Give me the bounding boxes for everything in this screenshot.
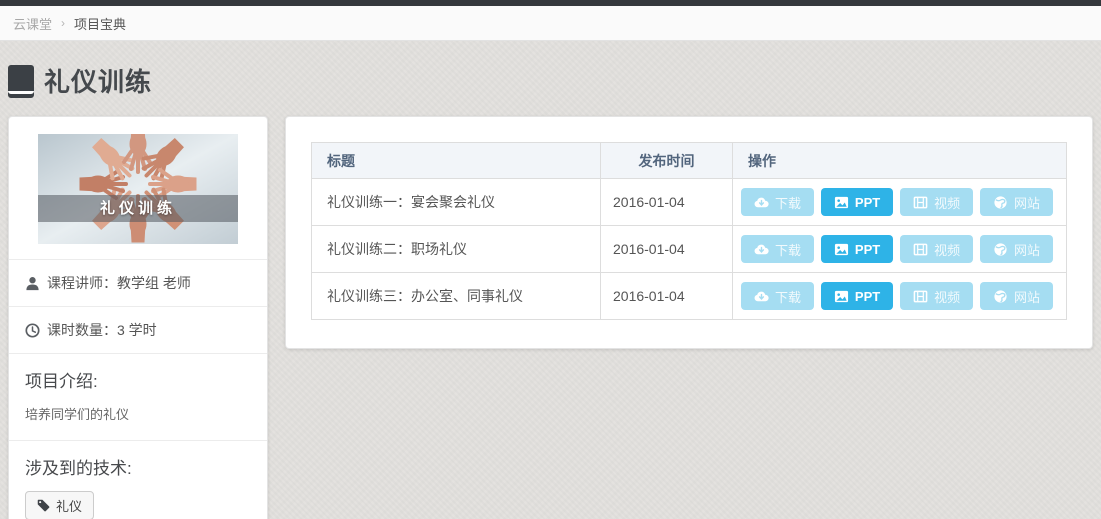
cloud-download-icon bbox=[754, 242, 769, 257]
table-header-row: 标题 发布时间 操作 bbox=[312, 143, 1067, 179]
video-button[interactable]: 视频 bbox=[900, 188, 973, 216]
hours-row: 课时数量：3 学时 bbox=[9, 306, 267, 353]
instructor-row: 课程讲师：教学组 老师 bbox=[9, 259, 267, 306]
intro-section: 项目介绍: 培养同学们的礼仪 bbox=[9, 353, 267, 440]
page-title: 礼仪训练 bbox=[44, 62, 152, 99]
content-layout: 礼仪训练 课程讲师：教学组 老师 课时数量：3 学时 项目介绍: 培养同学们的礼… bbox=[0, 103, 1101, 519]
book-icon bbox=[8, 64, 35, 98]
image-icon bbox=[834, 289, 849, 304]
website-button[interactable]: 网站 bbox=[980, 188, 1053, 216]
tech-tag-label: 礼仪 bbox=[56, 496, 82, 515]
website-label: 网站 bbox=[1014, 240, 1040, 259]
film-icon bbox=[913, 289, 928, 304]
hands-illustration bbox=[38, 134, 238, 244]
row-actions: 下载 PPT 视频 网站 bbox=[733, 179, 1067, 226]
video-button[interactable]: 视频 bbox=[900, 235, 973, 263]
video-button[interactable]: 视频 bbox=[900, 282, 973, 310]
globe-icon bbox=[993, 242, 1008, 257]
course-image-caption: 礼仪训练 bbox=[38, 195, 238, 222]
ppt-label: PPT bbox=[855, 195, 880, 210]
website-button[interactable]: 网站 bbox=[980, 282, 1053, 310]
lesson-title: 礼仪训练一：宴会聚会礼仪 bbox=[312, 179, 601, 226]
breadcrumb-home-link[interactable]: 云课堂 bbox=[13, 14, 52, 33]
header-title: 标题 bbox=[312, 143, 601, 179]
video-label: 视频 bbox=[934, 240, 960, 259]
breadcrumb-separator: › bbox=[61, 16, 65, 30]
breadcrumb-current: 项目宝典 bbox=[74, 14, 126, 33]
header-actions: 操作 bbox=[733, 143, 1067, 179]
publish-date: 2016-01-04 bbox=[601, 226, 733, 273]
table-body: 礼仪训练一：宴会聚会礼仪 2016-01-04 下载 PPT bbox=[312, 179, 1067, 320]
user-icon bbox=[25, 276, 40, 291]
film-icon bbox=[913, 242, 928, 257]
cloud-download-icon bbox=[754, 289, 769, 304]
page-header: 礼仪训练 bbox=[0, 41, 1101, 103]
ppt-button[interactable]: PPT bbox=[821, 282, 893, 310]
publish-date: 2016-01-04 bbox=[601, 179, 733, 226]
tech-tag-button[interactable]: 礼仪 bbox=[25, 491, 94, 519]
lesson-title: 礼仪训练二：职场礼仪 bbox=[312, 226, 601, 273]
instructor-label: 课程讲师：教学组 老师 bbox=[47, 273, 191, 293]
download-button[interactable]: 下载 bbox=[741, 282, 814, 310]
globe-icon bbox=[993, 289, 1008, 304]
hours-label: 课时数量：3 学时 bbox=[47, 320, 157, 340]
course-image-wrap: 礼仪训练 bbox=[9, 117, 267, 259]
ppt-button[interactable]: PPT bbox=[821, 235, 893, 263]
intro-title: 项目介绍: bbox=[25, 367, 251, 392]
cloud-download-icon bbox=[754, 195, 769, 210]
download-label: 下载 bbox=[775, 240, 801, 259]
globe-icon bbox=[993, 195, 1008, 210]
table-row: 礼仪训练二：职场礼仪 2016-01-04 下载 PPT bbox=[312, 226, 1067, 273]
publish-date: 2016-01-04 bbox=[601, 273, 733, 320]
table-row: 礼仪训练一：宴会聚会礼仪 2016-01-04 下载 PPT bbox=[312, 179, 1067, 226]
header-date: 发布时间 bbox=[601, 143, 733, 179]
video-label: 视频 bbox=[934, 287, 960, 306]
course-info-card: 礼仪训练 课程讲师：教学组 老师 课时数量：3 学时 项目介绍: 培养同学们的礼… bbox=[8, 116, 268, 519]
intro-body: 培养同学们的礼仪 bbox=[25, 404, 251, 423]
website-label: 网站 bbox=[1014, 193, 1040, 212]
table-row: 礼仪训练三：办公室、同事礼仪 2016-01-04 下载 PPT bbox=[312, 273, 1067, 320]
tech-title: 涉及到的技术: bbox=[25, 454, 251, 479]
breadcrumb: 云课堂 › 项目宝典 bbox=[0, 6, 1101, 41]
lesson-title: 礼仪训练三：办公室、同事礼仪 bbox=[312, 273, 601, 320]
download-button[interactable]: 下载 bbox=[741, 188, 814, 216]
tech-section: 涉及到的技术: 礼仪 bbox=[9, 440, 267, 519]
row-actions: 下载 PPT 视频 网站 bbox=[733, 226, 1067, 273]
image-icon bbox=[834, 242, 849, 257]
ppt-button[interactable]: PPT bbox=[821, 188, 893, 216]
ppt-label: PPT bbox=[855, 289, 880, 304]
image-icon bbox=[834, 195, 849, 210]
download-label: 下载 bbox=[775, 287, 801, 306]
download-label: 下载 bbox=[775, 193, 801, 212]
clock-icon bbox=[25, 323, 40, 338]
website-label: 网站 bbox=[1014, 287, 1040, 306]
materials-table: 标题 发布时间 操作 礼仪训练一：宴会聚会礼仪 2016-01-04 下载 bbox=[311, 142, 1067, 320]
row-actions: 下载 PPT 视频 网站 bbox=[733, 273, 1067, 320]
course-image: 礼仪训练 bbox=[38, 134, 238, 244]
materials-card: 标题 发布时间 操作 礼仪训练一：宴会聚会礼仪 2016-01-04 下载 bbox=[285, 116, 1093, 349]
video-label: 视频 bbox=[934, 193, 960, 212]
tag-icon bbox=[37, 499, 50, 512]
website-button[interactable]: 网站 bbox=[980, 235, 1053, 263]
film-icon bbox=[913, 195, 928, 210]
ppt-label: PPT bbox=[855, 242, 880, 257]
download-button[interactable]: 下载 bbox=[741, 235, 814, 263]
